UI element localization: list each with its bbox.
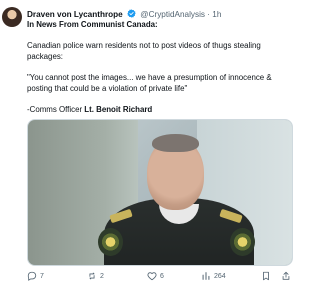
- display-name[interactable]: Draven von Lycanthrope: [27, 10, 123, 19]
- reply-icon: [27, 271, 37, 281]
- repost-button[interactable]: 2: [87, 270, 104, 282]
- bookmark-icon: [263, 271, 269, 281]
- tweet-line-4-name: Lt. Benoit Richard: [84, 105, 153, 114]
- views-count: 264: [214, 272, 226, 280]
- reply-count: 7: [40, 272, 44, 280]
- separator-dot: ·: [207, 10, 211, 19]
- shoulder-badge-left: [98, 228, 123, 256]
- repost-count: 2: [100, 272, 104, 280]
- tweet-line-1: In News From Communist Canada:: [27, 20, 158, 29]
- views-button[interactable]: 264: [201, 270, 226, 282]
- tweet-actions: 7 2 6 264: [27, 270, 293, 282]
- verified-icon: [127, 9, 136, 18]
- heart-icon: [147, 272, 157, 281]
- bookmark-button[interactable]: [261, 270, 271, 282]
- tweet-text: In News From Communist Canada: Canadian …: [27, 19, 295, 115]
- like-button[interactable]: 6: [147, 270, 164, 282]
- share-button[interactable]: [281, 270, 291, 282]
- reply-button[interactable]: 7: [27, 270, 44, 282]
- handle[interactable]: @CryptidAnalysis: [140, 10, 205, 19]
- like-count: 6: [160, 272, 164, 280]
- views-bar-chart-icon: [202, 272, 210, 280]
- share-icon: [282, 271, 290, 280]
- shoulder-badge-right: [230, 228, 255, 256]
- timestamp[interactable]: 1h: [212, 10, 221, 19]
- tweet: Draven von Lycanthrope @CryptidAnalysis …: [0, 0, 300, 283]
- tweet-line-2: Canadian police warn residents not to po…: [27, 41, 261, 61]
- video-thumbnail[interactable]: [27, 119, 293, 266]
- repost-icon: [89, 272, 95, 280]
- avatar[interactable]: [2, 7, 22, 27]
- officer-hair: [152, 134, 199, 152]
- tweet-line-4-prefix: -Comms Officer: [27, 105, 85, 114]
- tweet-line-3: "You cannot post the images... we have a…: [27, 73, 272, 93]
